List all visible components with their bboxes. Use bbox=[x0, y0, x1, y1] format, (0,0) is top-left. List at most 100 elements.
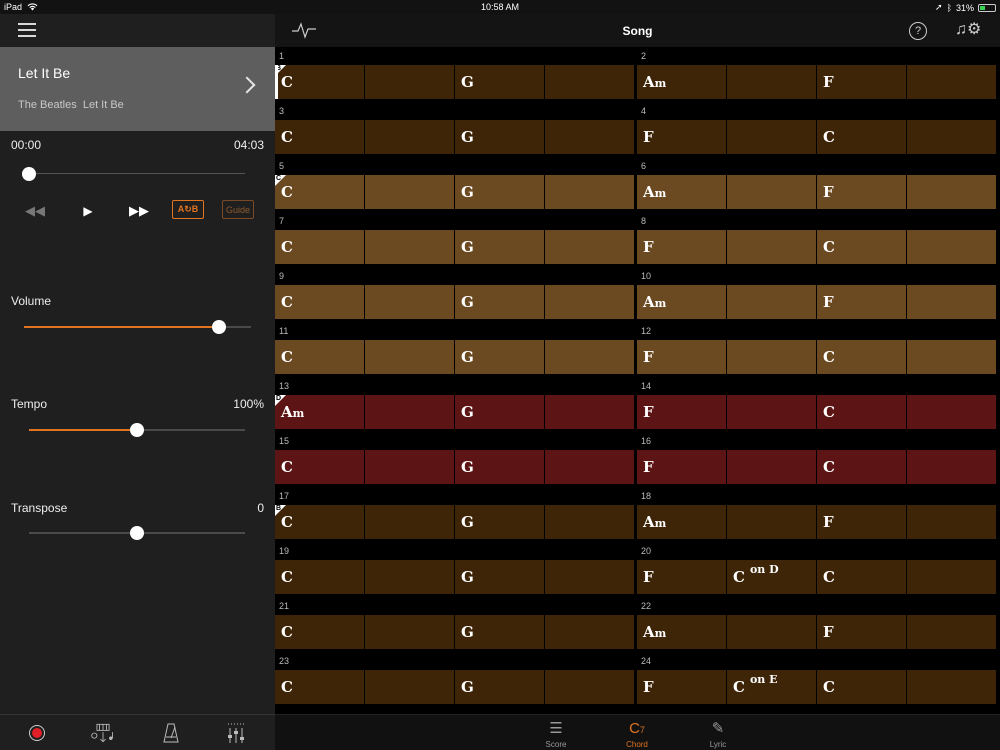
beat-cell bbox=[907, 120, 997, 154]
position-slider-thumb[interactable] bbox=[22, 167, 36, 181]
measure[interactable]: 9CG bbox=[275, 271, 635, 326]
measure[interactable]: 24 F Con E C bbox=[637, 656, 997, 711]
instrument-select-button[interactable] bbox=[90, 721, 116, 745]
record-icon bbox=[29, 725, 45, 741]
chord-quality: m bbox=[654, 297, 667, 310]
measure[interactable]: 21 C G bbox=[275, 601, 635, 656]
tab-chord[interactable]: C7 Chord bbox=[612, 718, 662, 749]
measure-body: FC bbox=[637, 230, 997, 264]
chord-root: C bbox=[823, 568, 835, 586]
transpose-slider-thumb[interactable] bbox=[130, 526, 144, 540]
chart-row: 3CG4FC bbox=[275, 106, 1000, 161]
record-button[interactable] bbox=[24, 721, 50, 745]
transpose-label: Transpose bbox=[11, 501, 68, 515]
measure-body: FC bbox=[637, 340, 997, 374]
measure[interactable]: 1 CGB bbox=[275, 51, 635, 106]
lyric-icon: ✎ bbox=[711, 720, 725, 737]
chord-symbol: G bbox=[461, 458, 474, 476]
tempo-slider-thumb[interactable] bbox=[130, 423, 144, 437]
chevron-right-icon[interactable] bbox=[238, 76, 256, 94]
measure[interactable]: 22 Am F bbox=[637, 601, 997, 656]
chord-symbol: F bbox=[643, 348, 654, 366]
tab-lyric[interactable]: ✎ Lyric bbox=[693, 718, 743, 749]
measure-body: CG bbox=[275, 340, 635, 374]
measure-body: CG bbox=[275, 230, 635, 264]
chord-root: F bbox=[823, 623, 834, 641]
section-marker: C bbox=[275, 175, 286, 186]
beat-cell bbox=[727, 450, 817, 484]
tempo-slider-fill bbox=[29, 429, 137, 431]
measure[interactable]: 15 C G bbox=[275, 436, 635, 491]
position-slider-track[interactable] bbox=[29, 173, 245, 174]
clock: 10:58 AM bbox=[480, 2, 520, 12]
rewind-icon: ◀◀ bbox=[25, 203, 45, 218]
measure[interactable]: 14 F C bbox=[637, 381, 997, 436]
chord-symbol: Am bbox=[643, 623, 666, 641]
volume-slider[interactable] bbox=[24, 320, 251, 334]
measure[interactable]: 23 C G bbox=[275, 656, 635, 711]
chord-root: F bbox=[823, 73, 834, 91]
measure-number: 24 bbox=[641, 656, 652, 666]
measure[interactable]: 5CGC bbox=[275, 161, 635, 216]
beat-cell bbox=[907, 340, 997, 374]
chord-symbol: G bbox=[461, 513, 474, 531]
chord-root: F bbox=[643, 678, 654, 696]
measure[interactable]: 3CG bbox=[275, 106, 635, 161]
measure[interactable]: 17 C G B bbox=[275, 491, 635, 546]
measure[interactable]: 18 Am F bbox=[637, 491, 997, 546]
tempo-slider[interactable] bbox=[29, 423, 245, 437]
guide-button[interactable]: Guide bbox=[222, 200, 254, 219]
beat-cell bbox=[727, 65, 817, 99]
music-settings-icon[interactable]: ♫⚙ bbox=[955, 19, 981, 39]
chord-root: F bbox=[643, 568, 654, 586]
measure[interactable]: 12 F C bbox=[637, 326, 997, 381]
measure[interactable]: 11 C G bbox=[275, 326, 635, 381]
chord-root: C bbox=[823, 678, 835, 696]
chord-quality: m bbox=[654, 627, 667, 640]
measure[interactable]: 13 Am G D bbox=[275, 381, 635, 436]
tab-score[interactable]: ☰ Score bbox=[531, 718, 581, 749]
volume-slider-thumb[interactable] bbox=[212, 320, 227, 334]
mixer-button[interactable] bbox=[224, 721, 250, 745]
measure[interactable]: 16 F C bbox=[637, 436, 997, 491]
chord-root: C bbox=[281, 623, 293, 641]
chord-symbol: G bbox=[461, 73, 474, 91]
chord-bass-note: on D bbox=[749, 563, 779, 576]
beat-cell bbox=[727, 120, 817, 154]
play-button[interactable]: ▶ bbox=[78, 200, 98, 222]
measure-body: Am F bbox=[637, 65, 997, 99]
measure[interactable]: 6 Am F bbox=[637, 161, 997, 216]
player-toolbar bbox=[0, 714, 275, 750]
measure[interactable]: 10 Am F bbox=[637, 271, 997, 326]
beat-cell bbox=[907, 175, 997, 209]
chord-symbol: Con E bbox=[733, 673, 778, 696]
measure[interactable]: 20 F Con DC bbox=[637, 546, 997, 601]
beat-cell bbox=[727, 340, 817, 374]
chord-root: C bbox=[281, 458, 293, 476]
help-icon[interactable]: ? bbox=[909, 22, 927, 40]
measure[interactable]: 7CG bbox=[275, 216, 635, 271]
beat-cell bbox=[365, 505, 455, 539]
measure[interactable]: 8FC bbox=[637, 216, 997, 271]
beat-cell bbox=[365, 65, 455, 99]
rewind-button[interactable]: ◀◀ bbox=[22, 200, 48, 222]
beat-cell bbox=[907, 560, 997, 594]
chord-chart[interactable]: 1 C G B 2 Am F 3 C G 4 F C 5 C G C 6 Am F 7 C G 8 F C 9 C G 10 Am F 11 C G… bbox=[275, 51, 1000, 714]
menu-icon[interactable] bbox=[18, 23, 36, 37]
song-card[interactable]: Let It Be The Beatles Let It Be bbox=[0, 47, 275, 131]
measure-body: Am F bbox=[637, 505, 997, 539]
metronome-button[interactable] bbox=[158, 721, 184, 745]
transpose-slider[interactable] bbox=[29, 526, 245, 540]
measure[interactable]: 4FC bbox=[637, 106, 997, 161]
measure-number: 13 bbox=[279, 381, 290, 391]
measure[interactable]: 2 Am F bbox=[637, 51, 997, 106]
chord-root: F bbox=[643, 238, 654, 256]
chord-symbol: F bbox=[643, 403, 654, 421]
measure[interactable]: 19 C G bbox=[275, 546, 635, 601]
beat-cell bbox=[727, 615, 817, 649]
measure-number: 2 bbox=[641, 51, 647, 61]
ab-repeat-button[interactable]: A↻B bbox=[172, 200, 204, 219]
measure-number: 20 bbox=[641, 546, 652, 556]
fast-forward-button[interactable]: ▶▶ bbox=[126, 200, 152, 222]
chord-root: G bbox=[461, 128, 474, 146]
